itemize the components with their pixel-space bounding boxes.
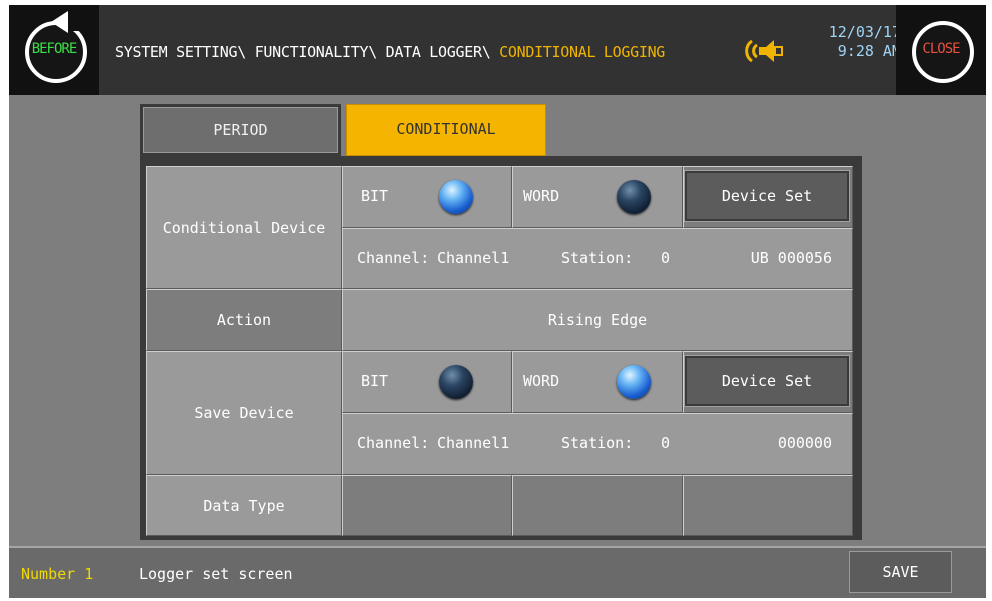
conditional-channel-label: Channel: — [357, 249, 430, 267]
conditional-bit-selector[interactable]: BIT — [342, 166, 512, 228]
tab-period[interactable]: PERIOD — [140, 104, 341, 156]
breadcrumb-current: CONDITIONAL LOGGING — [499, 43, 666, 61]
save-bit-label: BIT — [361, 372, 389, 390]
before-label: BEFORE — [31, 41, 78, 57]
save-device-label: Save Device — [146, 351, 342, 475]
save-channel-label: Channel: — [357, 434, 430, 452]
conditional-device-label: Conditional Device — [146, 166, 342, 289]
before-button[interactable]: BEFORE — [9, 5, 99, 95]
save-bit-led-icon — [439, 365, 473, 399]
action-value[interactable]: Rising Edge — [342, 289, 853, 351]
conditional-station-label: Station: — [561, 249, 634, 267]
close-label: CLOSE — [922, 41, 960, 57]
close-button[interactable]: CLOSE — [896, 5, 986, 95]
tab-conditional[interactable]: CONDITIONAL — [346, 104, 546, 156]
conditional-station-value: 0 — [661, 249, 671, 267]
breadcrumb-path: SYSTEM SETTING\ FUNCTIONALITY\ DATA LOGG… — [115, 43, 500, 61]
conditional-bit-label: BIT — [361, 187, 389, 205]
conditional-device-set-button[interactable]: Device Set — [684, 170, 850, 222]
save-bit-selector[interactable]: BIT — [342, 351, 512, 413]
save-word-led-icon — [617, 365, 651, 399]
data-type-option-2[interactable] — [512, 475, 683, 536]
time-text: 9:28 AM — [837, 42, 901, 60]
status-footer: Number 1 Logger set screen SAVE — [9, 546, 986, 598]
save-word-selector[interactable]: WORD — [512, 351, 683, 413]
action-label: Action — [146, 289, 342, 351]
conditional-device-info: Channel: Channel1 Station: 0 UB 000056 — [342, 228, 853, 289]
conditional-word-label: WORD — [523, 187, 560, 205]
data-type-option-1[interactable] — [342, 475, 512, 536]
conditional-address-value: UB 000056 — [750, 249, 832, 267]
screen-message: Logger set screen — [139, 565, 293, 583]
date-text: 12/03/17 — [828, 23, 901, 41]
conditional-word-selector[interactable]: WORD — [512, 166, 683, 228]
breadcrumb: SYSTEM SETTING\ FUNCTIONALITY\ DATA LOGG… — [115, 43, 665, 61]
save-channel-value: Channel1 — [437, 434, 510, 452]
data-type-label: Data Type — [146, 475, 342, 536]
conditional-bit-led-icon — [439, 180, 473, 214]
save-address-value: 000000 — [777, 434, 832, 452]
screen-number: Number 1 — [21, 565, 94, 583]
header-bar: BEFORE SYSTEM SETTING\ FUNCTIONALITY\ DA… — [9, 5, 986, 95]
save-station-label: Station: — [561, 434, 634, 452]
save-device-info: Channel: Channel1 Station: 0 000000 — [342, 413, 853, 475]
save-station-value: 0 — [661, 434, 671, 452]
conditional-channel-value: Channel1 — [437, 249, 510, 267]
settings-panel: Conditional Device BIT WORD Device Set C… — [140, 156, 862, 540]
save-device-set-button[interactable]: Device Set — [684, 355, 850, 407]
save-device-set-cell: Device Set — [683, 351, 853, 413]
conditional-word-led-icon — [617, 180, 651, 214]
hmi-screen: BEFORE SYSTEM SETTING\ FUNCTIONALITY\ DA… — [9, 5, 986, 598]
speaker-icon[interactable] — [744, 35, 784, 67]
save-button[interactable]: SAVE — [849, 551, 952, 593]
data-type-option-3[interactable] — [683, 475, 853, 536]
tab-period-label: PERIOD — [143, 107, 338, 153]
conditional-device-set-cell: Device Set — [683, 166, 853, 228]
save-word-label: WORD — [523, 372, 560, 390]
datetime-display: 12/03/17 9:28 AM — [791, 23, 901, 61]
